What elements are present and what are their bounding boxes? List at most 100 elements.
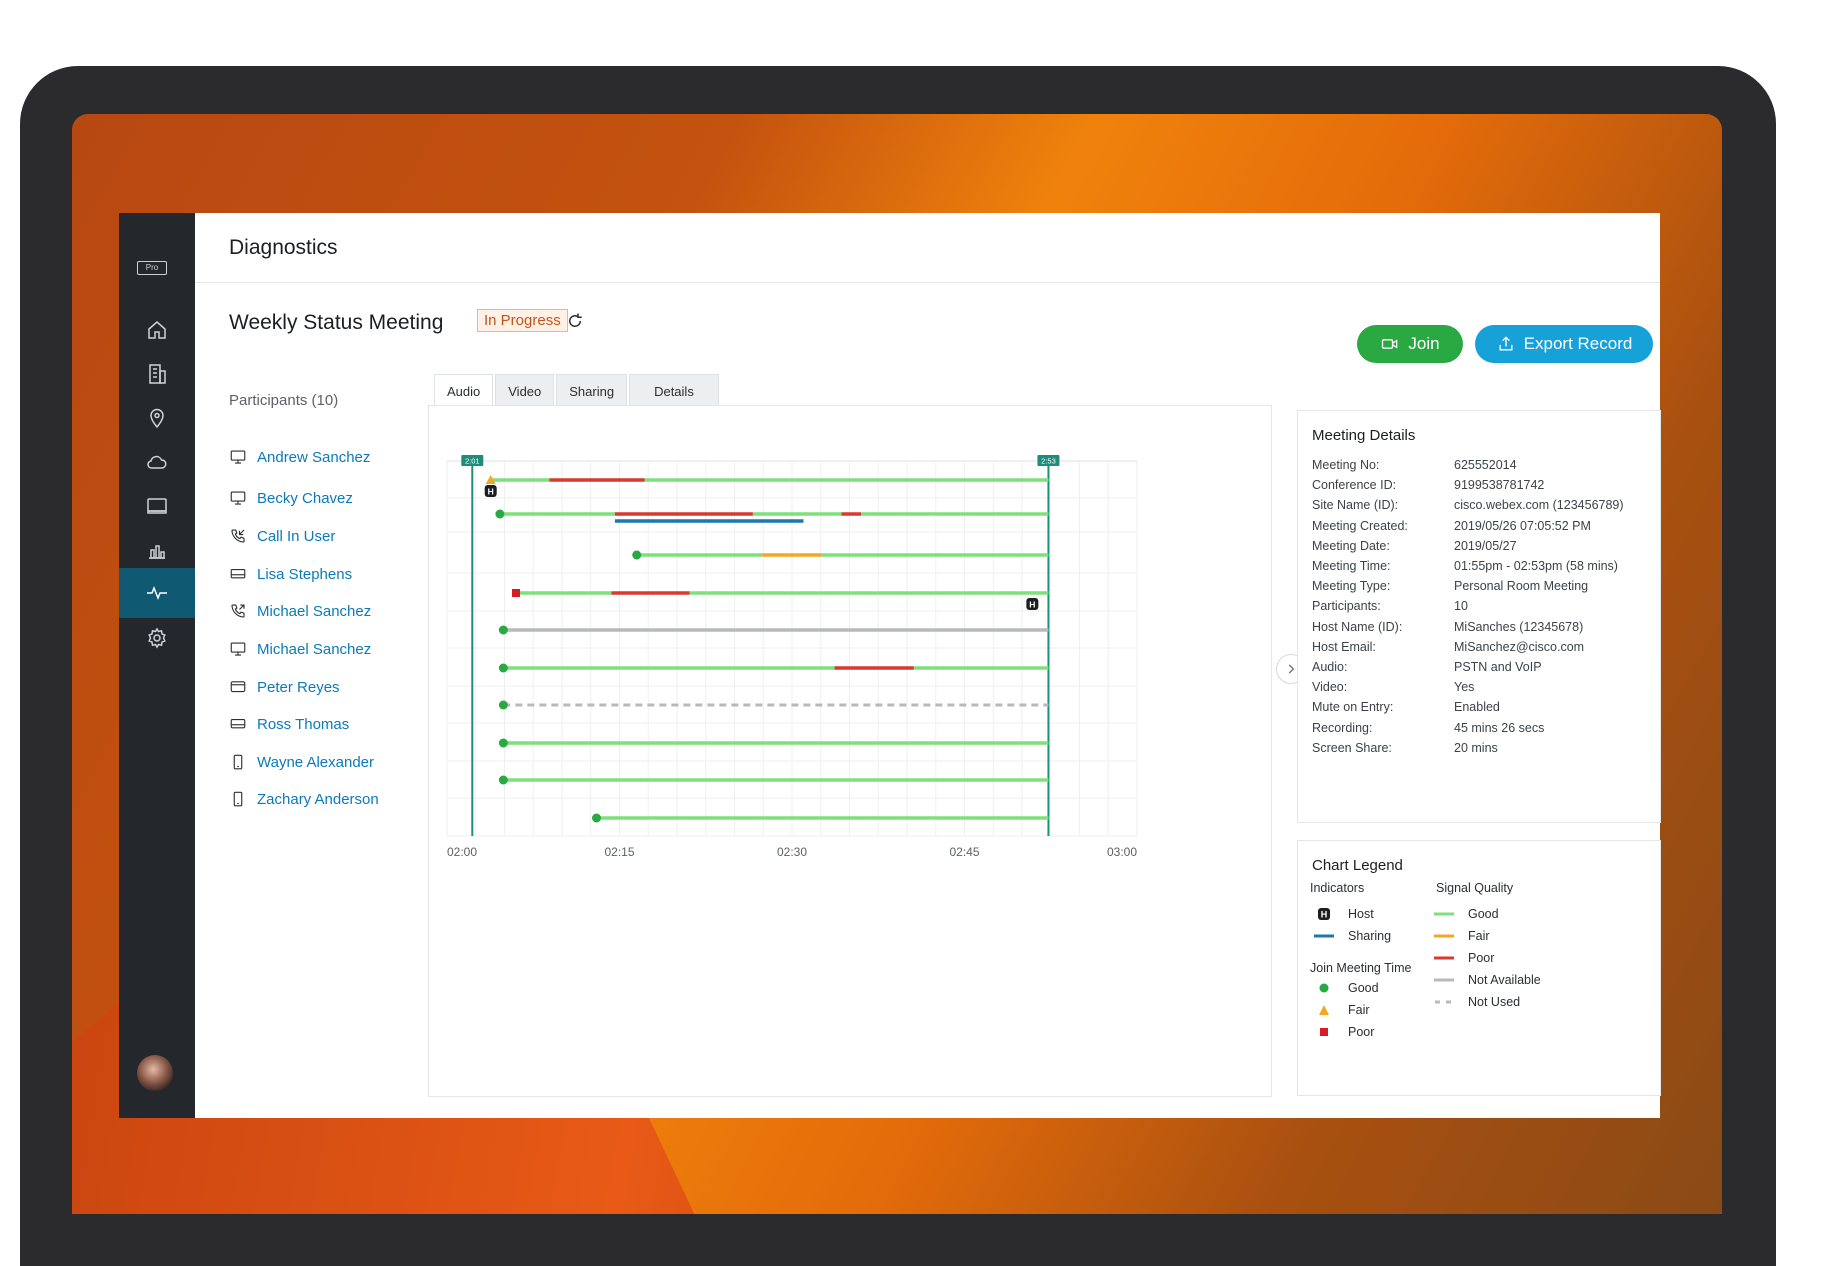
legend-host-swatch: H	[1314, 908, 1334, 920]
tab-video[interactable]: Video	[495, 374, 555, 407]
legend-item: Good	[1434, 907, 1499, 921]
join-marker-poor	[512, 589, 520, 597]
tab-audio[interactable]: Audio	[434, 374, 494, 407]
detail-row: Meeting Date: 2019/05/27	[1312, 539, 1517, 553]
refresh-icon[interactable]	[566, 312, 584, 330]
participant-item[interactable]: Becky Chavez	[229, 487, 353, 509]
join-marker-good	[498, 625, 508, 635]
legend-item: Sharing	[1314, 929, 1391, 943]
x-tick-label: 02:30	[777, 845, 807, 859]
x-tick-label: 02:00	[447, 845, 477, 859]
home-icon	[148, 321, 166, 339]
legend-label: Good	[1348, 981, 1379, 995]
export-record-button[interactable]: Export Record	[1475, 325, 1653, 363]
legend-not_used-swatch	[1434, 996, 1454, 1008]
tab-sharing[interactable]: Sharing	[556, 374, 628, 407]
detail-key: Video:	[1312, 680, 1348, 695]
participant-name: Andrew Sanchez	[257, 448, 371, 466]
legend-dot-swatch	[1314, 982, 1334, 994]
participant-item[interactable]: Michael Sanchez	[229, 638, 371, 660]
detail-key: Meeting Type:	[1312, 579, 1391, 594]
nav-home[interactable]	[119, 305, 195, 355]
detail-row: Video: Yes	[1312, 680, 1474, 694]
legend-label: Poor	[1468, 951, 1495, 965]
detail-value: PSTN and VoIP	[1454, 660, 1542, 674]
detail-key: Host Email:	[1312, 639, 1376, 654]
participant-item[interactable]: Wayne Alexander	[229, 751, 374, 773]
legend-label: Host	[1348, 907, 1374, 921]
join-marker-good	[498, 738, 508, 748]
legend-label: Not Used	[1468, 995, 1521, 1009]
quality-tabs: Audio Video Sharing Details	[434, 374, 719, 407]
legend-good-swatch	[1434, 908, 1454, 920]
join-marker-good	[495, 509, 505, 519]
main-content: Diagnostics Weekly Status Meeting In Pro…	[195, 213, 1661, 1118]
host-badge-label: H	[1029, 600, 1035, 610]
desktop-icon	[230, 450, 246, 464]
detail-row: Mute on Entry: Enabled	[1312, 700, 1500, 714]
svg-text:H: H	[1321, 910, 1328, 920]
participant-name: Ross Thomas	[257, 715, 350, 733]
detail-key: Meeting Date:	[1312, 538, 1390, 553]
tab-details[interactable]: Details	[629, 374, 719, 407]
gear-icon	[148, 627, 166, 649]
detail-value: MiSanchez@cisco.com	[1454, 639, 1585, 654]
detail-value: 2019/05/27	[1454, 538, 1517, 553]
detail-key: Participants:	[1312, 599, 1381, 614]
join-marker-good	[592, 813, 601, 823]
nav-cloud[interactable]	[119, 437, 195, 487]
legend-item: Not Used	[1434, 995, 1520, 1009]
detail-value: 01:55pm - 02:53pm (58 mins)	[1454, 559, 1618, 573]
nav-devices[interactable]	[119, 481, 195, 531]
host-badge-label: H	[488, 487, 494, 497]
participant-name: Call In User	[257, 527, 336, 545]
nav-settings[interactable]	[119, 613, 195, 663]
legend-label: Poor	[1348, 1025, 1375, 1039]
participant-item[interactable]: Zachary Anderson	[229, 788, 379, 810]
nav-locations[interactable]	[119, 393, 195, 443]
detail-value: Yes	[1454, 680, 1475, 695]
meeting-title: Weekly Status Meeting	[229, 311, 444, 334]
nav-buildings[interactable]	[119, 349, 195, 399]
diagnostics-app-window: Pro Diagnostics Weekly Status Meeting In…	[119, 213, 1661, 1118]
join-button[interactable]: Join	[1357, 325, 1463, 363]
join-marker-good	[498, 775, 508, 785]
participant-name: Peter Reyes	[257, 678, 340, 696]
detail-row: Recording: 45 mins 26 secs	[1312, 721, 1544, 735]
detail-value: cisco.webex.com (123456789)	[1454, 498, 1624, 513]
detail-key: Screen Share:	[1312, 740, 1392, 755]
meeting-start-marker-label: 2:01	[465, 457, 480, 466]
participant-item[interactable]: Peter Reyes	[229, 676, 340, 698]
meeting-end-marker-label: 2:53	[1041, 457, 1056, 466]
detail-key: Meeting No:	[1312, 458, 1380, 472]
legend-label: Not Available	[1468, 973, 1541, 987]
participant-name: Michael Sanchez	[257, 640, 372, 658]
detail-value: 2019/05/26 07:05:52 PM	[1454, 518, 1591, 533]
detail-key: Mute on Entry:	[1312, 700, 1394, 715]
legend-item: Fair	[1434, 929, 1490, 943]
participant-name: Michael Sanchez	[257, 602, 372, 620]
user-avatar[interactable]	[137, 1055, 173, 1091]
detail-row: Participants: 10	[1312, 599, 1468, 613]
room-device-icon	[230, 718, 246, 729]
pulse-icon	[147, 585, 167, 601]
sidebar-nav: Pro	[119, 213, 195, 1118]
participant-item[interactable]: Andrew Sanchez	[229, 446, 370, 468]
detail-row: Meeting Created: 2019/05/26 07:05:52 PM	[1312, 519, 1591, 533]
phone-outgoing-icon	[231, 604, 245, 618]
participant-item[interactable]: Ross Thomas	[229, 713, 349, 735]
legend-square-swatch	[1314, 1026, 1334, 1038]
detail-row: Host Name (ID): MiSanches (12345678)	[1312, 620, 1583, 634]
cloud-icon	[147, 455, 167, 469]
detail-row: Conference ID: 9199538781742	[1312, 478, 1544, 492]
participant-item[interactable]: Lisa Stephens	[229, 563, 352, 585]
join-marker-good	[498, 663, 508, 673]
room-device-icon	[230, 568, 246, 579]
nav-diagnostics[interactable]	[119, 568, 195, 618]
detail-value: 20 mins	[1454, 740, 1498, 755]
detail-value: MiSanches (12345678)	[1454, 619, 1584, 634]
participant-item[interactable]: Michael Sanchez	[229, 600, 371, 622]
legend-item: Poor	[1434, 951, 1494, 965]
detail-key: Audio:	[1312, 660, 1348, 674]
participant-item[interactable]: Call In User	[229, 525, 335, 547]
